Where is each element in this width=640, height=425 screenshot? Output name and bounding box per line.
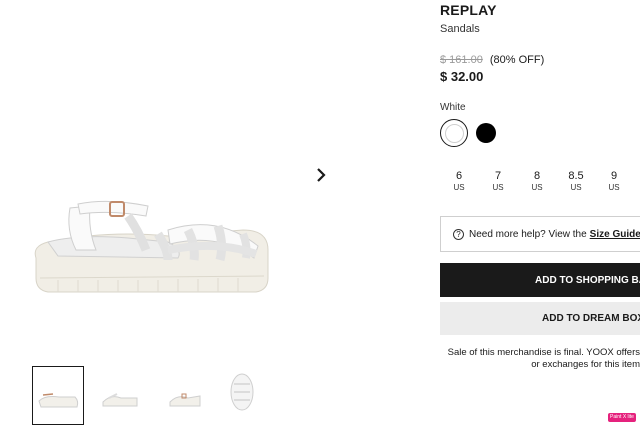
main-product-image	[18, 150, 288, 320]
product-category: Sandals	[440, 23, 480, 35]
size-unit: US	[453, 183, 465, 192]
size-option-7[interactable]: 7 US	[483, 170, 513, 193]
size-unit: US	[531, 183, 543, 192]
size-option-6[interactable]: 6 US	[444, 170, 474, 193]
chevron-right-icon[interactable]	[312, 166, 330, 184]
color-swatch-white[interactable]	[440, 119, 468, 147]
product-info-panel: REPLAY Sandals $ 161.00 (80% OFF) $ 32.0…	[440, 0, 640, 425]
add-to-shopping-bag-button[interactable]: ADD TO SHOPPING BAG	[440, 263, 640, 297]
final-sale-note-line2: or exchanges for this item	[531, 359, 640, 370]
price-row: $ 161.00 (80% OFF)	[440, 54, 544, 66]
size-option-8[interactable]: 8 US	[522, 170, 552, 193]
size-number: 8.5	[568, 170, 584, 182]
size-unit: US	[608, 183, 620, 192]
selected-color-label: White	[440, 102, 466, 113]
final-sale-note-line1: Sale of this merchandise is final. YOOX …	[447, 347, 640, 358]
size-number: 6	[455, 170, 463, 182]
add-to-dream-box-button[interactable]: ADD TO DREAM BOX	[440, 302, 640, 335]
thumbnail-strip	[32, 366, 272, 425]
size-option-9[interactable]: 9 US	[599, 170, 629, 193]
size-guide-link[interactable]: Size Guide	[590, 229, 640, 240]
paint-lite-badge: Paint X lite	[608, 413, 636, 422]
size-unit: US	[570, 183, 582, 192]
size-number: 9	[610, 170, 618, 182]
final-sale-note: Sale of this merchandise is final. YOOX …	[440, 347, 640, 371]
brand-name[interactable]: REPLAY	[440, 2, 497, 18]
thumbnail-back-view[interactable]	[160, 366, 212, 425]
color-swatch-black[interactable]	[476, 123, 496, 143]
question-circle-icon: ?	[453, 228, 464, 240]
size-number: 7	[494, 170, 502, 182]
thumbnail-top-view[interactable]	[222, 366, 274, 425]
thumbnail-side-view[interactable]	[32, 366, 84, 425]
thumbnail-pair-view[interactable]	[95, 366, 147, 425]
size-help-box: ? Need more help? View the Size Guide	[440, 216, 640, 252]
size-selector: 6 US 7 US 8 US 8.5 US 9 US	[440, 170, 640, 196]
size-number: 8	[533, 170, 541, 182]
original-price: $ 161.00	[440, 54, 483, 66]
discount-label: (80% OFF)	[489, 54, 545, 66]
current-price: $ 32.00	[440, 69, 484, 84]
size-help-text: Need more help? View the	[469, 228, 587, 240]
size-unit: US	[492, 183, 504, 192]
size-option-8-5[interactable]: 8.5 US	[561, 170, 591, 193]
